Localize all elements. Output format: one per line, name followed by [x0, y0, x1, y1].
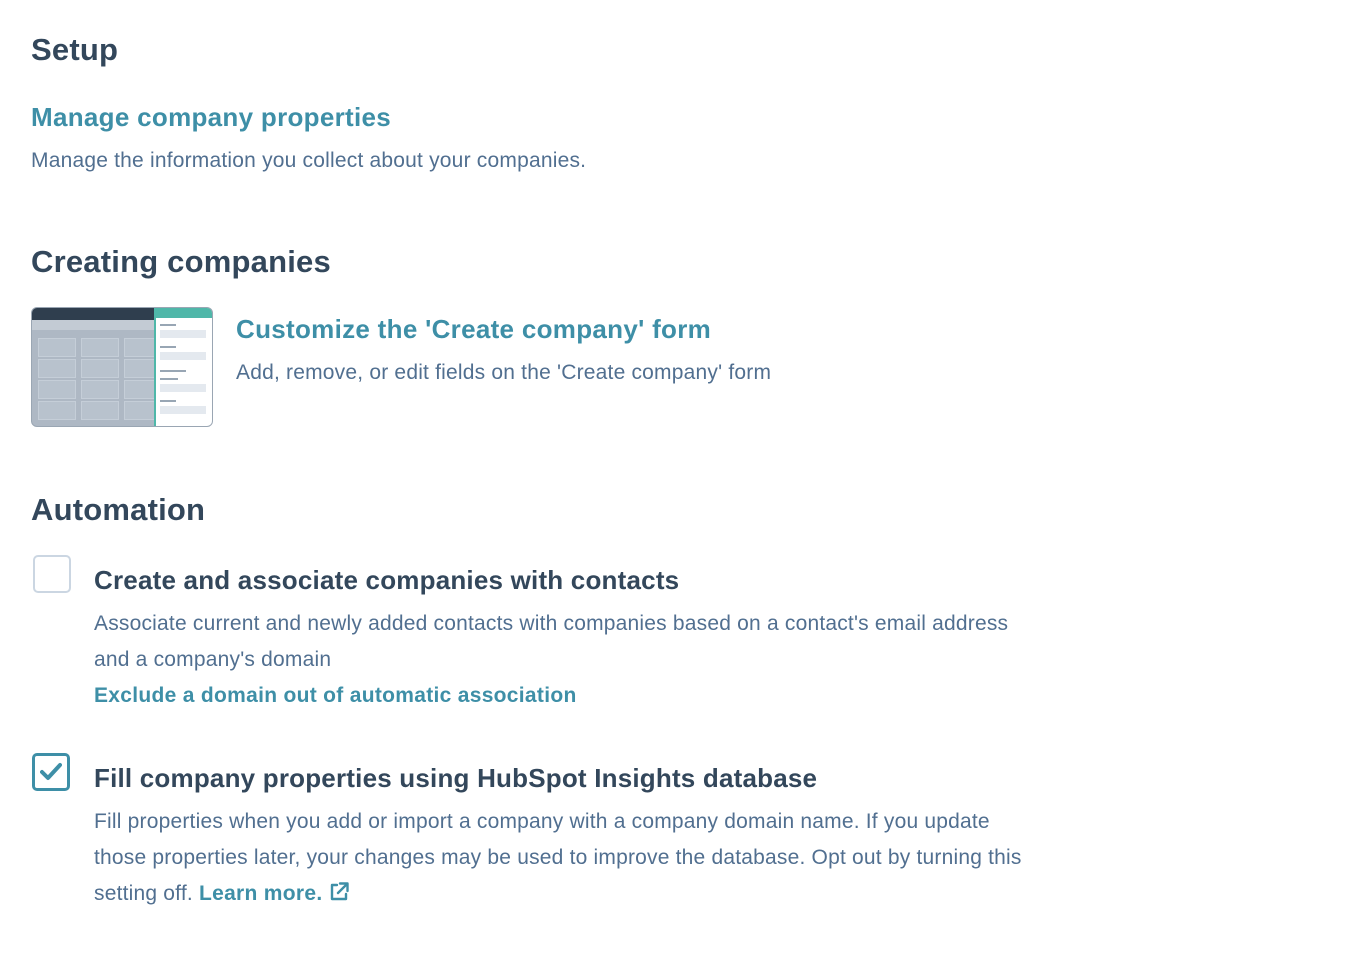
- exclude-domain-link[interactable]: Exclude a domain out of automatic associ…: [94, 684, 577, 707]
- automation-heading: Automation: [31, 492, 206, 527]
- insights-desc-line2: those properties later, your changes may…: [94, 846, 1022, 869]
- associate-companies-desc-line1: Associate current and newly added contac…: [94, 612, 1009, 635]
- customize-create-company-form-link[interactable]: Customize the 'Create company' form: [236, 314, 711, 345]
- associate-companies-desc-line2: and a company's domain: [94, 648, 332, 671]
- check-icon: [40, 763, 62, 780]
- customize-create-company-form-description: Add, remove, or edit fields on the 'Crea…: [236, 361, 772, 384]
- associate-companies-checkbox[interactable]: [33, 555, 71, 593]
- insights-database-checkbox[interactable]: [32, 753, 70, 791]
- learn-more-label: Learn more.: [198, 882, 323, 905]
- learn-more-link[interactable]: Learn more.: [199, 882, 351, 905]
- associate-companies-title: Create and associate companies with cont…: [94, 565, 680, 595]
- associate-companies-description: Associate current and newly added contac…: [94, 606, 1234, 714]
- create-company-form-thumbnail: [31, 307, 213, 427]
- manage-company-properties-description: Manage the information you collect about…: [31, 149, 587, 172]
- insights-database-description: Fill properties when you add or import a…: [94, 804, 1234, 912]
- manage-company-properties-link[interactable]: Manage company properties: [31, 102, 391, 133]
- setup-heading: Setup: [31, 32, 119, 67]
- insights-database-title: Fill company properties using HubSpot In…: [94, 763, 818, 793]
- insights-desc-line3: setting off.: [94, 882, 193, 905]
- insights-desc-line1: Fill properties when you add or import a…: [94, 810, 990, 833]
- external-link-icon: [331, 882, 350, 901]
- creating-companies-heading: Creating companies: [31, 244, 331, 279]
